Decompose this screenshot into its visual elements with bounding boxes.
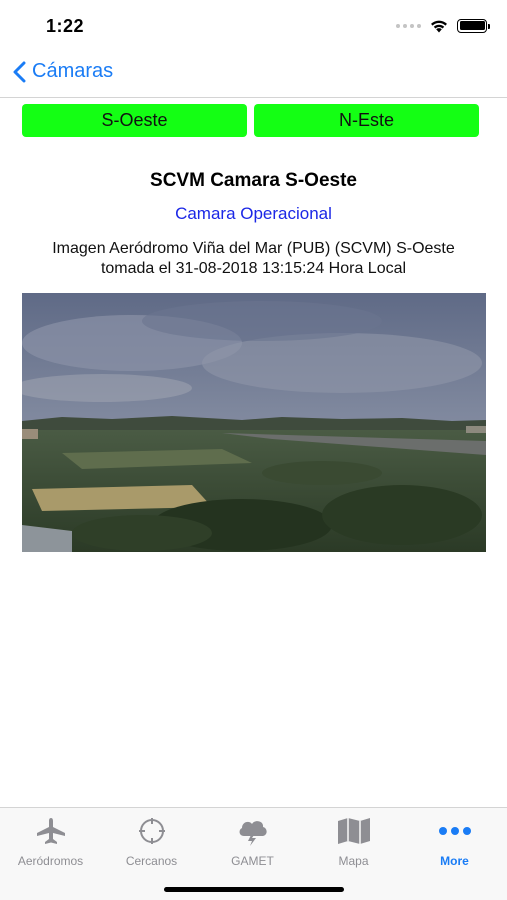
status-bar: 1:22: [0, 0, 507, 50]
wifi-icon: [431, 20, 447, 33]
back-label: Cámaras: [32, 60, 114, 82]
tab-cercanos[interactable]: Cercanos: [101, 816, 202, 868]
tab-label-cercanos: Cercanos: [125, 854, 178, 868]
camera-image: [22, 293, 486, 552]
back-button[interactable]: Cámaras: [12, 60, 113, 83]
camera-description: Imagen Aeródromo Viña del Mar (PUB) (SCV…: [52, 240, 455, 277]
camera-status: Camara Operacional: [175, 204, 332, 223]
tab-gamet[interactable]: GAMET: [202, 816, 303, 868]
tab-label-more: More: [440, 854, 469, 868]
status-icons: [396, 18, 490, 33]
battery-icon: [457, 18, 490, 33]
s-oeste-button[interactable]: S-Oeste: [22, 104, 247, 137]
tab-label-gamet: GAMET: [231, 854, 274, 868]
airplane-icon: [36, 818, 65, 844]
chevron-left-icon: [13, 61, 26, 82]
navigation-bar: Cámaras: [0, 54, 507, 98]
camera-selector: S-Oeste N-Este: [22, 104, 479, 137]
storm-cloud-icon: [239, 821, 267, 846]
tab-label-aerodromos: Aeródromos: [17, 854, 84, 868]
more-icon: [438, 827, 471, 835]
signal-icon: [396, 23, 421, 28]
target-icon: [138, 818, 165, 844]
status-time: 1:22: [46, 16, 85, 36]
tab-aerodromos[interactable]: Aeródromos: [0, 816, 101, 868]
n-este-button[interactable]: N-Este: [254, 104, 479, 137]
tab-more[interactable]: More: [404, 816, 505, 868]
home-indicator: [164, 887, 344, 892]
tab-mapa[interactable]: Mapa: [303, 816, 404, 868]
camera-title: SCVM Camara S-Oeste: [150, 170, 357, 191]
map-icon: [337, 818, 370, 844]
tab-bar: Aeródromos Cercanos GAMET Mapa More: [0, 807, 507, 900]
tab-label-mapa: Mapa: [338, 854, 369, 868]
